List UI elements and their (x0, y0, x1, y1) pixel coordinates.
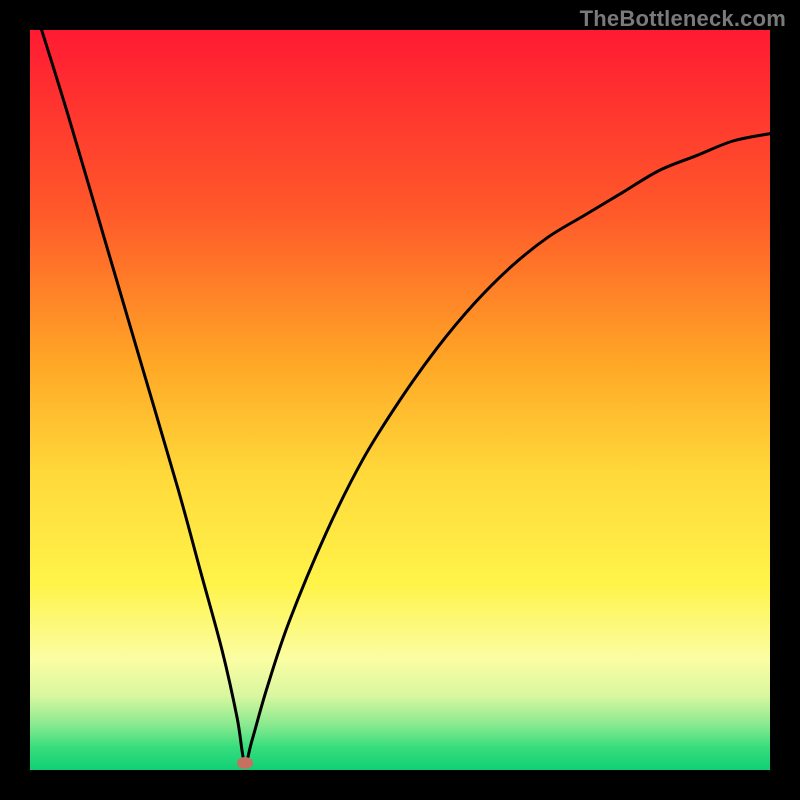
bottleneck-curve (30, 0, 770, 763)
minimum-marker (237, 757, 253, 769)
watermark-text: TheBottleneck.com (580, 6, 786, 32)
curve-svg (30, 30, 770, 770)
chart-frame: TheBottleneck.com (0, 0, 800, 800)
